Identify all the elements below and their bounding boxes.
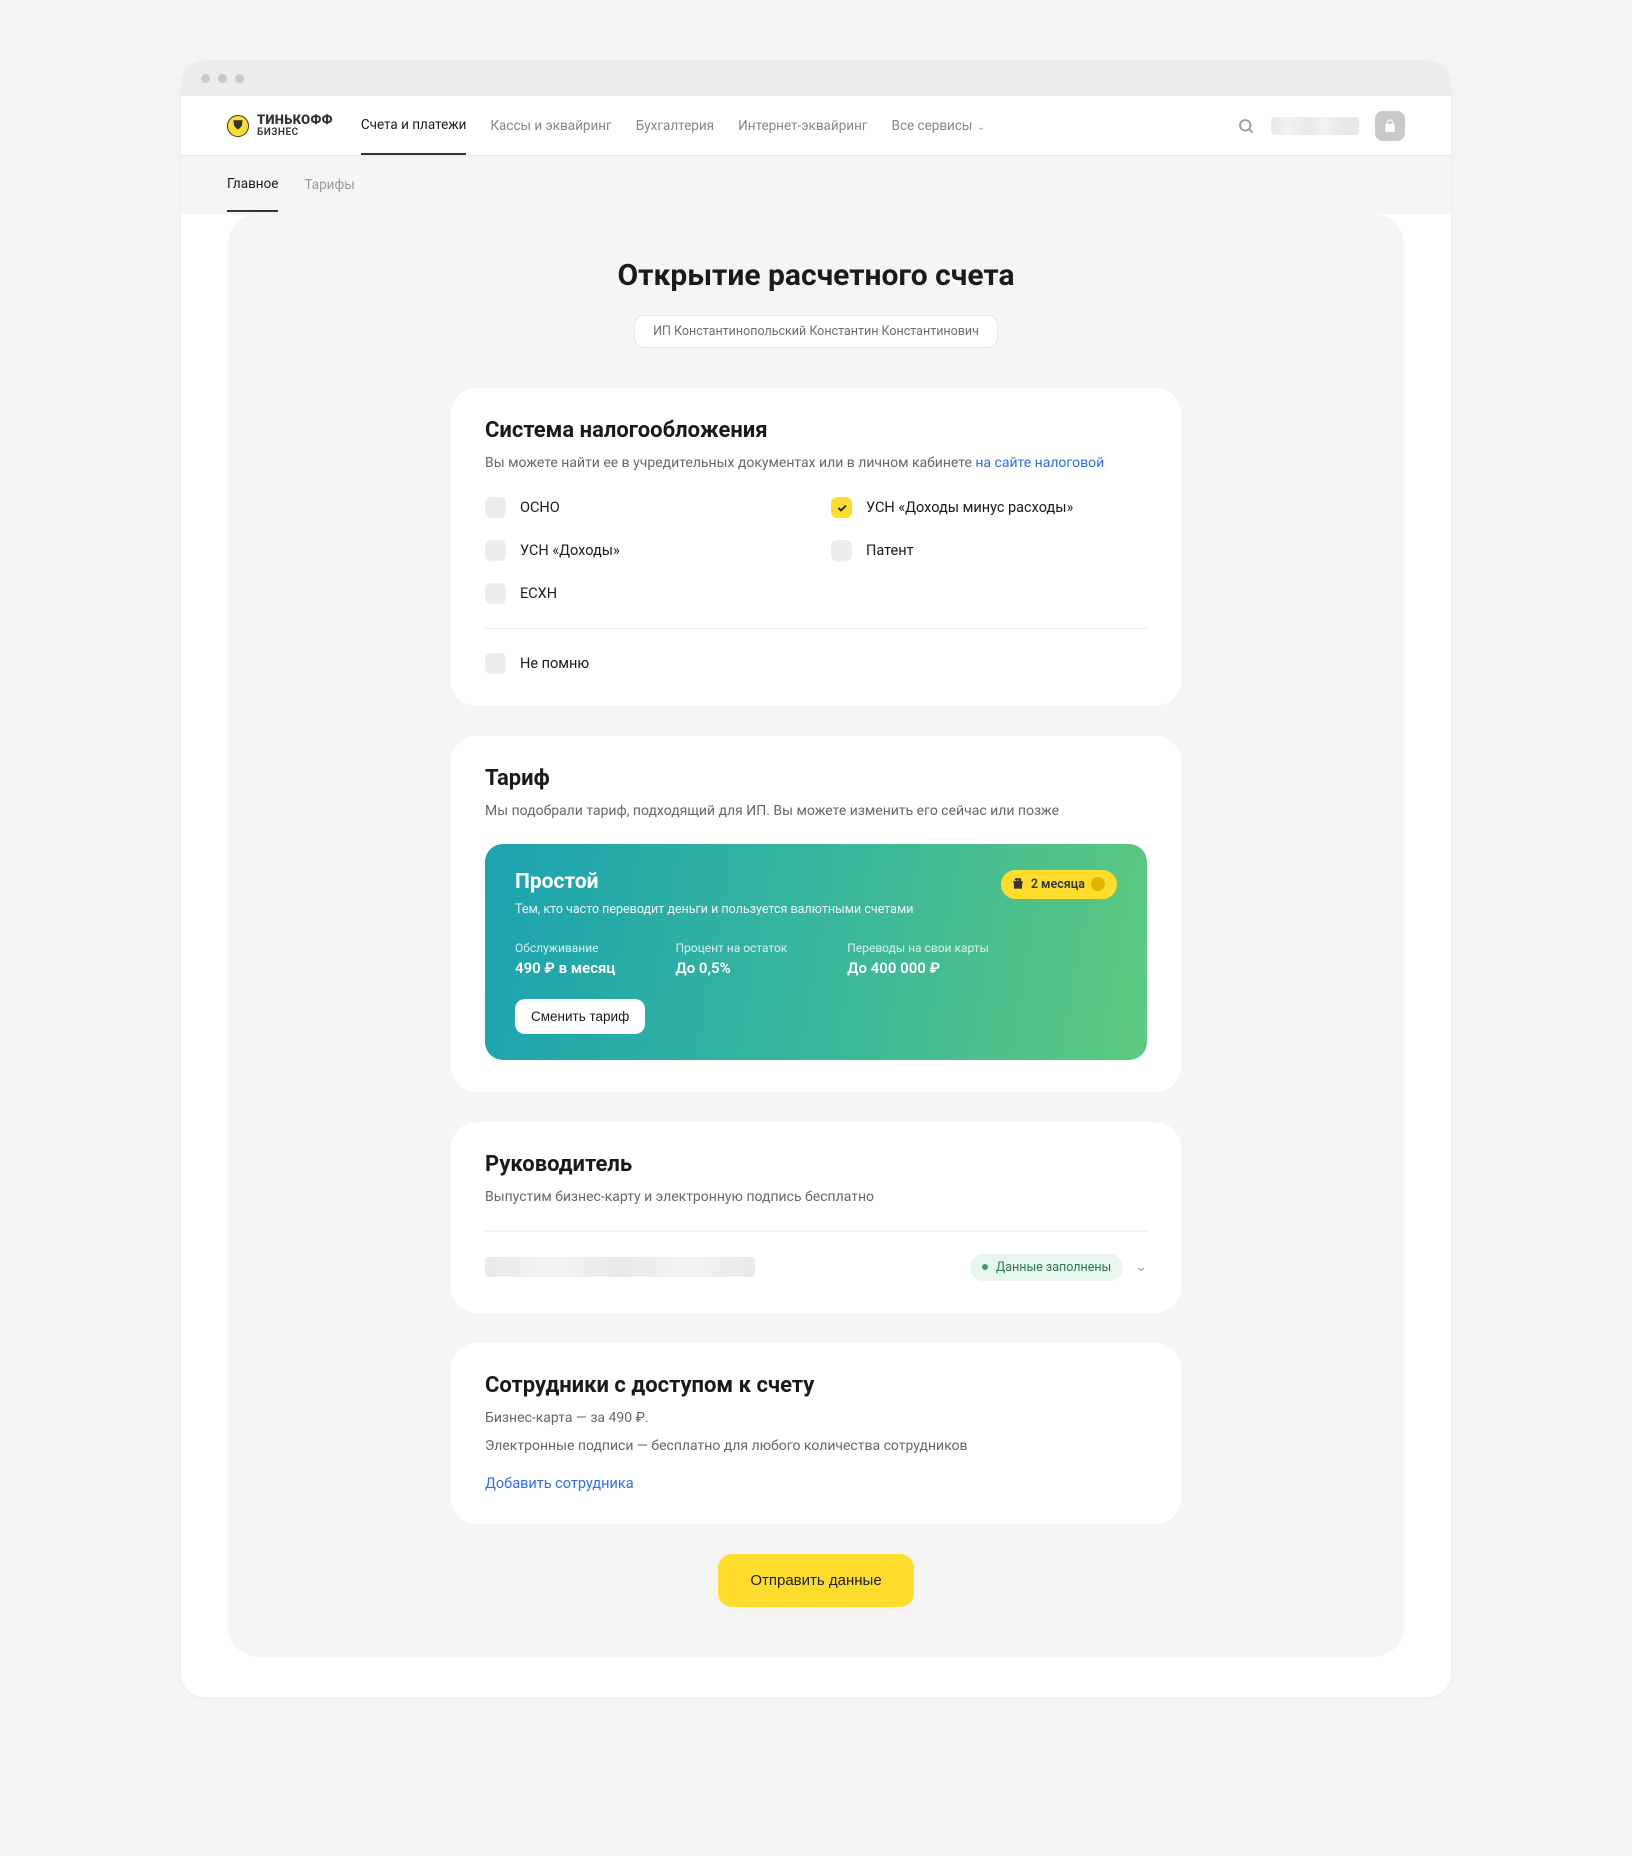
tax-card: Система налогообложения Вы можете найти … [451,388,1181,706]
leader-desc: Выпустим бизнес-карту и электронную подп… [485,1187,1147,1207]
sub-nav: Главное Тарифы [181,156,1451,214]
nav-internet-acquiring[interactable]: Интернет-эквайринг [738,98,867,154]
tax-options: ОСНО УСН «Доходы минус расходы» УСН «Дох… [485,497,1147,604]
chevron-down-icon[interactable]: ⌄ [1135,1259,1147,1275]
leader-name-redacted [485,1257,755,1277]
page-title: Открытие расчетного счета [451,258,1181,293]
tax-heading: Система налогообложения [485,418,1147,443]
tax-link[interactable]: на сайте налоговой [975,455,1104,471]
tax-desc: Вы можете найти ее в учредительных докум… [485,453,1147,473]
tariff-col-transfers: Переводы на свои картыДо 400 000 ₽ [847,941,989,977]
tax-option-osno[interactable]: ОСНО [485,497,801,518]
logo-icon: ⛊ [227,115,249,137]
tariff-plan: Простой Тем, кто часто переводит деньги … [485,844,1147,1060]
tariff-subtitle: Тем, кто часто переводит деньги и пользу… [515,902,913,917]
header-right [1237,111,1405,141]
tax-option-patent[interactable]: Патент [831,540,1147,561]
tariff-columns: Обслуживание490 ₽ в месяц Процент на ост… [515,941,1117,977]
browser-chrome [181,60,1451,96]
tax-option-usn-income[interactable]: УСН «Доходы» [485,540,801,561]
staff-line2: Электронные подписи — бесплатно для любо… [485,1436,1147,1458]
brand-sub: БИЗНЕС [257,127,333,138]
divider [485,1231,1147,1232]
status-badge: Данные заполнены [970,1254,1123,1281]
staff-heading: Сотрудники с доступом к счету [485,1373,1147,1398]
tariff-col-interest: Процент на остатокДо 0,5% [675,941,787,977]
tariff-name: Простой [515,870,913,894]
tariff-desc: Мы подобрали тариф, подходящий для ИП. В… [485,801,1147,821]
nav-accounting[interactable]: Бухгалтерия [636,98,714,154]
lock-icon [1382,118,1398,134]
main-nav: Счета и платежи Кассы и эквайринг Бухгал… [361,97,1209,154]
divider [485,628,1147,629]
tax-option-forgot[interactable]: Не помню [485,653,1147,674]
change-tariff-button[interactable]: Сменить тариф [515,999,645,1034]
submit-button[interactable]: Отправить данные [718,1554,913,1607]
add-employee-link[interactable]: Добавить сотрудника [485,1475,634,1492]
leader-card: Руководитель Выпустим бизнес-карту и эле… [451,1122,1181,1313]
chevron-down-icon: ⌄ [974,122,985,133]
entity-chip: ИП Константинопольский Константин Конста… [634,315,998,348]
logo[interactable]: ⛊ ТИНЬКОФФ БИЗНЕС [227,114,333,138]
nav-pos[interactable]: Кассы и эквайринг [490,98,611,154]
tariff-heading: Тариф [485,766,1147,791]
staff-line1: Бизнес-карта — за 490 ₽. [485,1408,1147,1430]
user-name-redacted [1271,117,1359,135]
brand-name: ТИНЬКОФФ [257,114,333,127]
lock-button[interactable] [1375,111,1405,141]
leader-row[interactable]: Данные заполнены ⌄ [485,1254,1147,1281]
coin-icon [1091,877,1105,891]
staff-card: Сотрудники с доступом к счету Бизнес-кар… [451,1343,1181,1524]
app-window: ⛊ ТИНЬКОФФ БИЗНЕС Счета и платежи Кассы … [181,60,1451,1697]
window-dot [218,74,227,83]
leader-heading: Руководитель [485,1152,1147,1177]
tariff-card: Тариф Мы подобрали тариф, подходящий для… [451,736,1181,1091]
tax-option-usn-income-expense[interactable]: УСН «Доходы минус расходы» [831,497,1147,518]
page: Открытие расчетного счета ИП Константино… [181,214,1451,1697]
gift-icon [1011,877,1025,891]
search-icon[interactable] [1237,117,1255,135]
tax-option-eshn[interactable]: ЕСХН [485,583,801,604]
subnav-tariffs[interactable]: Тарифы [304,159,354,211]
promo-badge: 2 месяца [1001,870,1117,899]
window-dot [201,74,210,83]
nav-all-services[interactable]: Все сервисы ⌄ [892,98,986,154]
window-dot [235,74,244,83]
tariff-col-service: Обслуживание490 ₽ в месяц [515,941,615,977]
subnav-main[interactable]: Главное [227,158,278,212]
nav-accounts[interactable]: Счета и платежи [361,97,467,155]
header: ⛊ ТИНЬКОФФ БИЗНЕС Счета и платежи Кассы … [181,96,1451,156]
